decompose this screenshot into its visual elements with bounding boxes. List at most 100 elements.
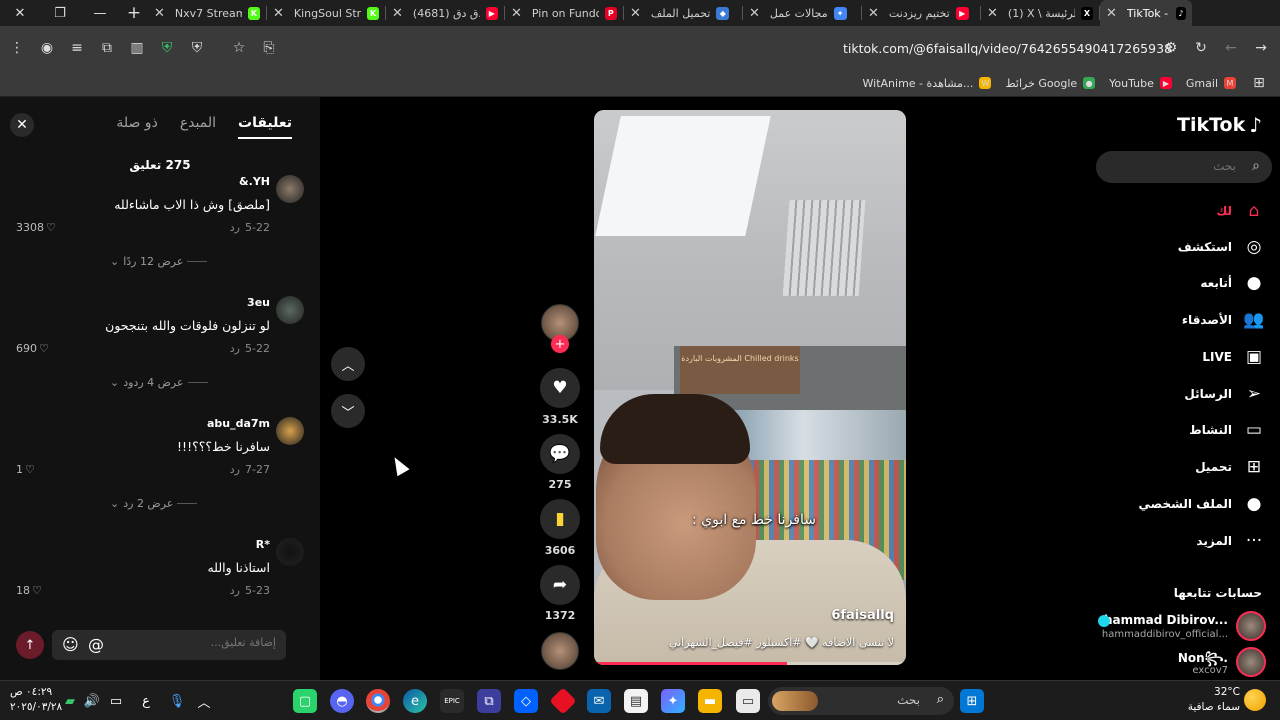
comment-like-button[interactable]: 3308 ♡ [16, 221, 56, 234]
comment-like-button[interactable]: 18 ♡ [16, 584, 42, 597]
copilot-icon[interactable]: ✦ [661, 689, 685, 713]
close-tab-icon[interactable]: ✕ [154, 6, 165, 21]
video-username[interactable]: 6faisallq [831, 608, 894, 623]
reload-icon[interactable]: ↻ [1186, 33, 1216, 63]
address-bar[interactable]: tiktok.com/@6faisallq/video/764265549041… [300, 33, 1180, 63]
task-view-icon[interactable]: ▭ [736, 689, 760, 713]
weather-sun-icon[interactable] [1244, 689, 1266, 711]
microphone-icon[interactable]: 🎙 [165, 689, 189, 713]
sound-avatar[interactable] [541, 632, 579, 670]
browser-tab[interactable]: ✕ TikTok - M ♪ [1100, 0, 1192, 26]
apps-grid-icon[interactable]: ⊞ [1244, 68, 1274, 98]
close-tab-icon[interactable]: ✕ [749, 6, 760, 21]
browser-tab[interactable]: ✕ تحميل الملف ◆ [624, 0, 742, 26]
sidebar-item-more[interactable]: المزيد ··· [1096, 527, 1266, 555]
comment-input[interactable] [136, 636, 276, 649]
new-tab-button[interactable]: + [120, 0, 148, 26]
close-comments-button[interactable]: ✕ [10, 113, 34, 137]
close-tab-icon[interactable]: ✕ [630, 6, 641, 21]
next-video-button[interactable]: ﹀ [331, 394, 365, 428]
comment-reply-button[interactable]: رد [230, 342, 240, 355]
tiktok-logo[interactable]: TikTok ♪ [1177, 113, 1262, 137]
whatsapp-like-icon[interactable]: ▢ [293, 689, 317, 713]
close-tab-icon[interactable]: ✕ [392, 6, 403, 21]
bookmark-item[interactable]: YouTube ▶ [1109, 77, 1172, 90]
comment-username[interactable]: R* [256, 538, 270, 551]
browser-tab[interactable]: ✕ (1) X \ الرئيسة X [981, 0, 1099, 26]
discord-icon[interactable]: ◓ [330, 689, 354, 713]
input-language[interactable]: ع [134, 689, 158, 713]
comment-field[interactable]: @ ☺ [52, 630, 286, 660]
network-icon[interactable]: ▭ [104, 689, 128, 713]
close-tab-icon[interactable]: ✕ [1106, 6, 1117, 21]
file-explorer-icon[interactable]: ▬ [698, 689, 722, 713]
sidebar-item-home[interactable]: لك ⌂ [1096, 197, 1266, 225]
emoji-icon[interactable]: ☺ [62, 635, 79, 654]
browser-tab[interactable]: ✕ مجالات عمل ✦ [743, 0, 861, 26]
previous-video-button[interactable]: ︿ [331, 347, 365, 381]
tray-chevron-up-icon[interactable]: ︿ [192, 689, 216, 713]
comment-avatar[interactable] [276, 538, 304, 566]
comment-reply-button[interactable]: رد [230, 221, 240, 234]
restore-window-icon[interactable]: ❐ [40, 0, 80, 26]
sidebar-item-messages[interactable]: الرسائل ➢ [1096, 380, 1266, 408]
comment-reply-button[interactable]: رد [230, 584, 240, 597]
sidebar-item-following[interactable]: أتابعه ● [1096, 269, 1266, 297]
chrome-icon[interactable] [366, 689, 390, 713]
view-replies-button[interactable]: عرض 2 رد ⌄ [110, 497, 270, 510]
bookmark-star-icon[interactable]: ☆ [224, 33, 254, 63]
profile-icon[interactable]: ◉ [32, 33, 62, 63]
browser-tab[interactable]: ✕ Nxv7 Stream K [148, 0, 266, 26]
edge-icon[interactable]: e [403, 689, 427, 713]
mention-icon[interactable]: @ [88, 635, 104, 654]
bookmark-item[interactable]: WitAnime - مشاهدة... W [863, 77, 992, 90]
save-button[interactable]: ▮ [540, 499, 580, 539]
view-replies-button[interactable]: عرض 12 ردًا ⌄ [110, 255, 270, 268]
share-button[interactable]: ➦ [540, 565, 580, 605]
weather-widget[interactable]: 32°C سماء صافية [1186, 685, 1240, 715]
video-progress-bar[interactable] [594, 662, 906, 665]
video-description[interactable]: لا تنسى الاضافه 🤍 #اكسبلور #فيصل_الشهران… [669, 636, 894, 649]
remote-app-icon[interactable]: ⧉ [477, 689, 501, 713]
minimize-window-icon[interactable]: — [80, 0, 120, 26]
comment-avatar[interactable] [276, 417, 304, 445]
sidebar-item-upload[interactable]: تحميل ⊞ [1096, 453, 1266, 481]
comment-like-button[interactable]: 690 ♡ [16, 342, 49, 355]
translate-icon[interactable]: ⎘ [254, 33, 284, 63]
shield-icon[interactable]: ⛨ [182, 33, 212, 63]
sidebar-item-explore[interactable]: استكشف ◎ [1096, 233, 1266, 261]
close-tab-icon[interactable]: ✕ [511, 6, 522, 21]
forward-icon[interactable]: ← [1216, 33, 1246, 63]
view-replies-button[interactable]: عرض 4 ردود ⌄ [110, 376, 270, 389]
store-icon[interactable]: ▤ [624, 689, 648, 713]
comment-username[interactable]: &.YH [239, 175, 270, 188]
send-comment-button[interactable]: ↑ [16, 631, 44, 659]
tiktok-search-input[interactable] [1126, 159, 1236, 173]
red-diamond-app-icon[interactable] [549, 687, 577, 715]
outlook-icon[interactable]: ✉ [587, 689, 611, 713]
menu-dots-icon[interactable]: ⋮ [2, 33, 32, 63]
back-icon[interactable]: → [1246, 33, 1276, 63]
tab-comments[interactable]: تعليقات [238, 115, 292, 139]
taskbar-search[interactable]: بحث ⌕ [768, 687, 954, 715]
sidebar-item-friends[interactable]: الأصدقاء 👥 [1096, 306, 1266, 334]
tab-related[interactable]: ذو صلة [116, 115, 157, 139]
close-window-icon[interactable]: ✕ [0, 0, 40, 26]
volume-icon[interactable]: 🔊 [80, 689, 104, 713]
comment-avatar[interactable] [276, 175, 304, 203]
shield-green-icon[interactable]: ⛨ [152, 33, 182, 63]
sidebar-item-profile[interactable]: الملف الشخصي ● [1096, 490, 1266, 518]
browser-tab[interactable]: ✕ (4681) دق دق ▶ [386, 0, 504, 26]
like-button[interactable]: ♥ [540, 368, 580, 408]
comment-username[interactable]: abu_da7m [207, 417, 270, 430]
close-tab-icon[interactable]: ✕ [273, 6, 284, 21]
comment-reply-button[interactable]: رد [230, 463, 240, 476]
comment-like-button[interactable]: 1 ♡ [16, 463, 35, 476]
bookmark-item[interactable]: خرائط Google ● [1005, 77, 1096, 90]
close-tab-icon[interactable]: ✕ [868, 6, 879, 21]
extensions-icon[interactable]: ⧉ [92, 33, 122, 63]
tab-creator[interactable]: المبدع [180, 115, 216, 139]
sidebar-item-activity[interactable]: النشاط ▭ [1096, 416, 1266, 444]
extension-bars-icon[interactable]: ▥ [122, 33, 152, 63]
close-tab-icon[interactable]: ✕ [987, 6, 998, 21]
